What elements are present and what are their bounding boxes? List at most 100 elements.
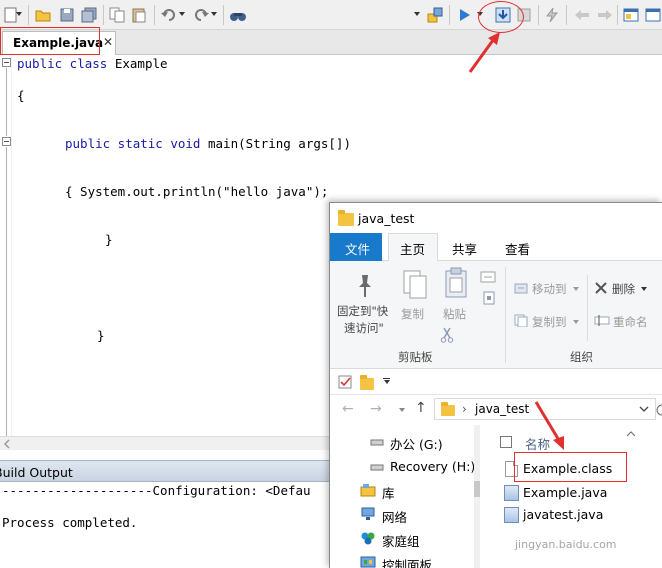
annotation-arrow-icon bbox=[534, 401, 564, 450]
tab-share[interactable]: 共享 bbox=[452, 239, 477, 258]
java-file-icon bbox=[504, 507, 519, 523]
code-text: Example bbox=[107, 56, 168, 71]
tab-file[interactable]: 文件 bbox=[330, 233, 382, 261]
fold-guide bbox=[6, 147, 7, 447]
copy-to-icon[interactable] bbox=[514, 314, 528, 327]
undo-dropdown-caret[interactable] bbox=[179, 12, 185, 16]
nav-item-network[interactable]: 网络 bbox=[382, 507, 407, 526]
nav-item-drive-g[interactable]: 办公 (G:) bbox=[390, 434, 443, 453]
network-icon bbox=[361, 507, 375, 520]
toolbar-separator bbox=[566, 5, 567, 25]
delete-caret[interactable] bbox=[641, 287, 647, 291]
library-icon bbox=[360, 484, 376, 497]
toolbar-separator bbox=[449, 5, 450, 25]
scroll-left-icon[interactable] bbox=[2, 438, 12, 450]
code-line-6: } bbox=[97, 328, 105, 343]
redo-icon[interactable] bbox=[192, 6, 210, 24]
back-icon[interactable] bbox=[573, 6, 591, 24]
ribbon-home: 固定到"快 速访问" 复制 粘贴 剪贴板 移动到 复制到 删除 重命名 组织 bbox=[330, 261, 662, 369]
fold-toggle-icon[interactable] bbox=[2, 137, 11, 146]
paste-label[interactable]: 粘贴 bbox=[443, 306, 466, 322]
window-icon[interactable] bbox=[622, 6, 640, 24]
file-explorer-window: java_test 文件 主页 共享 查看 固定到"快 速访问" 复制 粘贴 剪… bbox=[329, 202, 662, 568]
properties-icon[interactable] bbox=[338, 375, 352, 389]
redo-dropdown-caret[interactable] bbox=[211, 12, 217, 16]
code-string: "hello java" bbox=[223, 184, 314, 199]
save-icon[interactable] bbox=[58, 6, 76, 24]
fold-toggle-icon[interactable] bbox=[2, 58, 11, 67]
copy-icon[interactable] bbox=[108, 6, 126, 24]
cut-icon[interactable] bbox=[440, 327, 454, 343]
drive-icon bbox=[370, 464, 384, 471]
paste-shortcut-icon[interactable] bbox=[482, 291, 496, 305]
copy-label[interactable]: 复制 bbox=[401, 306, 424, 322]
forward-icon[interactable] bbox=[596, 6, 614, 24]
code-line-4: { System.out.println("hello java"); bbox=[65, 184, 328, 199]
pin-quick-access-label-2[interactable]: 速访问" bbox=[344, 320, 384, 336]
qat-dropdown-caret[interactable] bbox=[384, 380, 390, 384]
recent-locations-caret[interactable] bbox=[399, 408, 405, 412]
copy-to-button[interactable]: 复制到 bbox=[532, 314, 567, 330]
control-panel-icon bbox=[360, 556, 376, 568]
delete-button[interactable]: 删除 bbox=[612, 281, 635, 297]
toolbar-separator bbox=[103, 5, 104, 25]
rename-icon[interactable] bbox=[594, 314, 610, 327]
breadcrumb-java-test[interactable]: java_test bbox=[475, 402, 529, 416]
code-text: } bbox=[105, 232, 113, 247]
delete-icon[interactable] bbox=[594, 281, 608, 295]
sort-chevron-icon[interactable] bbox=[626, 430, 636, 437]
select-all-checkbox[interactable] bbox=[500, 436, 512, 448]
back-arrow-icon[interactable]: ← bbox=[342, 401, 354, 417]
save-all-icon[interactable] bbox=[80, 6, 98, 24]
build-output-title: Build Output bbox=[0, 465, 73, 480]
editor-horizontal-scrollbar[interactable] bbox=[0, 436, 330, 450]
new-dropdown-caret[interactable] bbox=[16, 12, 22, 16]
nav-item-homegroup[interactable]: 家庭组 bbox=[382, 531, 420, 550]
code-line-5: } bbox=[105, 232, 113, 247]
copy-to-caret[interactable] bbox=[573, 320, 579, 324]
new-folder-icon[interactable] bbox=[360, 375, 374, 390]
move-to-icon[interactable] bbox=[514, 281, 528, 294]
tab-view[interactable]: 查看 bbox=[505, 239, 530, 258]
compile-annotation-circle bbox=[478, 1, 524, 33]
move-to-button[interactable]: 移动到 bbox=[532, 281, 567, 297]
run-icon[interactable] bbox=[455, 6, 473, 24]
toolbar-separator bbox=[617, 5, 618, 25]
nav-item-drive-h[interactable]: Recovery (H:) bbox=[390, 459, 475, 474]
nav-item-control-panel[interactable]: 控制面板 bbox=[382, 555, 432, 568]
tab-home[interactable]: 主页 bbox=[400, 239, 425, 258]
paste-icon[interactable] bbox=[130, 6, 148, 24]
chevron-down-icon[interactable] bbox=[639, 406, 649, 413]
pin-quick-access-label-1[interactable]: 固定到"快 bbox=[337, 303, 388, 319]
move-to-caret[interactable] bbox=[573, 287, 579, 291]
close-icon[interactable]: ✕ bbox=[103, 35, 113, 49]
pin-icon[interactable] bbox=[354, 273, 376, 299]
drive-icon bbox=[370, 439, 384, 446]
undo-icon[interactable] bbox=[160, 6, 178, 24]
quick-access-toolbar bbox=[330, 369, 662, 395]
rename-button[interactable]: 重命名 bbox=[613, 314, 648, 330]
navigation-pane: 办公 (G:) Recovery (H:) 库 网络 家庭组 控制面板 bbox=[330, 425, 480, 568]
file-row[interactable]: Example.java bbox=[500, 482, 660, 504]
copy-path-icon[interactable] bbox=[480, 271, 496, 283]
fold-guide bbox=[6, 68, 7, 136]
open-icon[interactable] bbox=[34, 6, 52, 24]
layout-icon[interactable] bbox=[644, 6, 662, 24]
tab-annotation-box bbox=[0, 27, 100, 55]
target-icon[interactable] bbox=[426, 6, 444, 24]
file-name: javatest.java bbox=[523, 507, 604, 522]
ribbon-tabs: 文件 主页 共享 查看 bbox=[330, 233, 662, 262]
find-icon[interactable] bbox=[229, 6, 247, 24]
forward-arrow-icon[interactable]: → bbox=[370, 401, 382, 417]
build-output-panel[interactable]: --------------------Configuration: <Defa… bbox=[0, 482, 330, 568]
code-line-2: { bbox=[17, 88, 25, 103]
paste-icon[interactable] bbox=[443, 267, 469, 299]
copy-icon[interactable] bbox=[402, 269, 428, 299]
output-line: --------------------Configuration: <Defa… bbox=[2, 483, 311, 498]
up-arrow-icon[interactable]: ↑ bbox=[415, 400, 427, 416]
target-dropdown-caret[interactable] bbox=[414, 12, 420, 16]
refresh-icon[interactable] bbox=[656, 403, 662, 417]
file-row[interactable]: javatest.java bbox=[500, 504, 660, 526]
nav-item-library[interactable]: 库 bbox=[382, 483, 395, 502]
plugin-icon[interactable] bbox=[543, 6, 561, 24]
